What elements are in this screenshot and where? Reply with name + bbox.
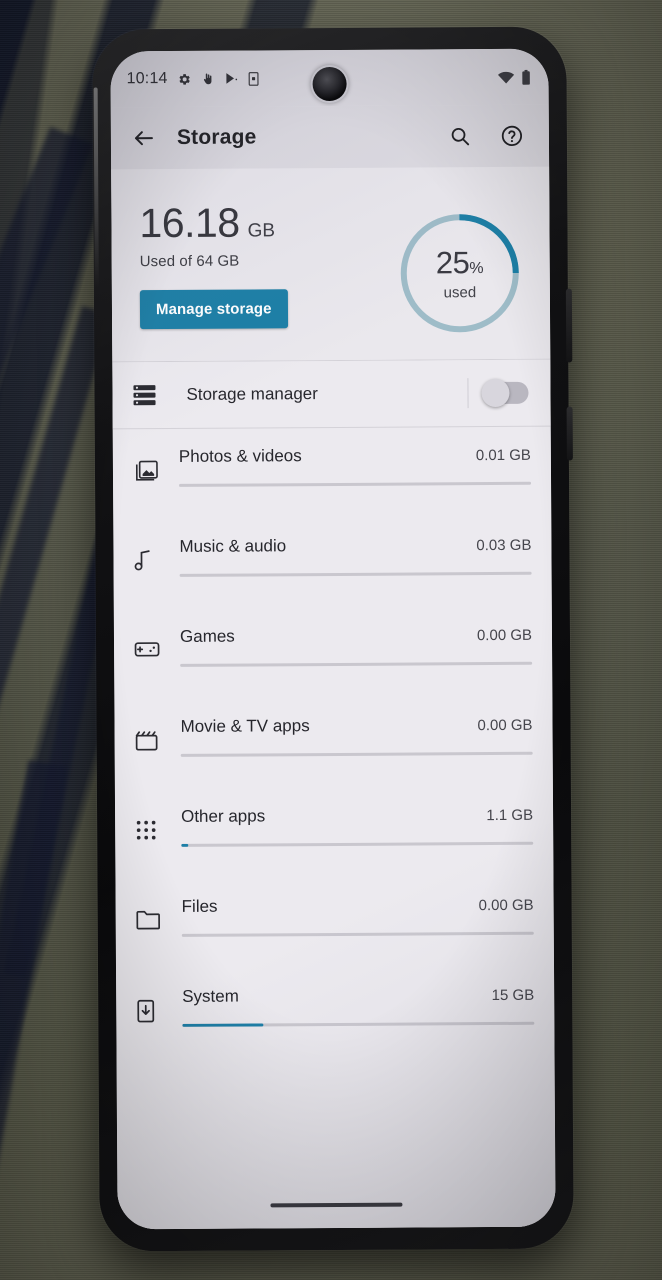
donut-percent-value: 25 <box>435 245 470 281</box>
category-size: 0.01 GB <box>475 446 531 465</box>
category-size: 15 GB <box>491 986 535 1005</box>
category-row-movie-tv[interactable]: Movie & TV apps 0.00 GB <box>114 697 553 790</box>
back-arrow-icon[interactable] <box>125 119 163 157</box>
category-progress-bar <box>179 571 532 577</box>
category-name: Photos & videos <box>178 446 302 466</box>
donut-caption: used <box>443 284 477 302</box>
category-progress-bar <box>181 841 534 847</box>
category-name: Files <box>181 896 218 916</box>
used-of-total: Used of 64 GB <box>139 252 240 271</box>
gesture-nav-pill[interactable] <box>270 1202 403 1208</box>
used-amount: 16.18 <box>139 199 240 247</box>
category-progress-bar <box>179 481 532 487</box>
category-row-photos-videos[interactable]: Photos & videos 0.01 GB <box>113 427 552 520</box>
other-apps-icon <box>135 789 181 841</box>
category-size: 0.00 GB <box>476 626 533 645</box>
volume-button[interactable] <box>566 406 573 461</box>
category-row-system[interactable]: System 15 GB <box>116 967 555 1060</box>
page-title: Storage <box>176 125 257 149</box>
front-camera-punch-hole <box>312 66 347 102</box>
games-icon <box>134 609 180 659</box>
storage-summary: 16.18 GB Used of 64 GB Manage storage 25 <box>111 166 551 362</box>
category-row-music-audio[interactable]: Music & audio 0.03 GB <box>113 517 552 610</box>
category-row-other-apps[interactable]: Other apps 1.1 GB <box>115 787 554 880</box>
manage-storage-button[interactable]: Manage storage <box>139 289 288 330</box>
category-size: 0.00 GB <box>478 896 534 915</box>
phone-screen: 10:14 Storage 16.18 GB Used of 64 GB Man… <box>110 48 556 1230</box>
photos-videos-icon <box>133 429 179 483</box>
device-icon <box>248 71 260 86</box>
movie-tv-icon <box>134 699 180 752</box>
category-name: Games <box>179 626 235 646</box>
category-name: Music & audio <box>179 536 287 556</box>
gesture-navigation-bar <box>117 1180 556 1230</box>
system-icon <box>136 969 182 1023</box>
category-size: 1.1 GB <box>486 806 534 825</box>
used-unit: GB <box>247 220 276 242</box>
donut-percent-symbol: % <box>469 260 484 278</box>
play-store-icon <box>224 72 239 86</box>
category-progress-bar <box>180 661 533 667</box>
wifi-icon <box>497 70 515 83</box>
category-progress-bar <box>181 931 534 937</box>
category-progress-bar <box>180 751 533 757</box>
status-bar-clock: 10:14 <box>126 69 168 88</box>
status-bar: 10:14 <box>110 48 549 108</box>
storage-manager-toggle[interactable] <box>481 378 529 408</box>
touch-hand-icon <box>201 71 215 86</box>
storage-donut-chart: 25 % used <box>395 209 524 338</box>
category-size: 0.03 GB <box>476 536 532 555</box>
storage-content: 16.18 GB Used of 64 GB Manage storage 25 <box>111 166 556 1230</box>
files-icon <box>135 879 181 930</box>
help-circle-icon[interactable] <box>493 117 531 155</box>
storage-manager-list-icon <box>132 384 176 406</box>
category-size: 0.00 GB <box>477 716 533 735</box>
category-progress-bar <box>182 1021 535 1027</box>
power-button[interactable] <box>565 288 573 363</box>
row-separator <box>467 378 469 409</box>
storage-manager-label: Storage manager <box>186 384 318 404</box>
search-icon[interactable] <box>441 117 479 155</box>
category-name: Other apps <box>181 806 266 826</box>
app-bar: Storage <box>110 104 550 170</box>
category-row-games[interactable]: Games 0.00 GB <box>114 607 553 700</box>
storage-manager-row[interactable]: Storage manager <box>112 359 551 429</box>
gear-icon <box>177 71 192 86</box>
category-name: Movie & TV apps <box>180 716 310 736</box>
phone-device: 10:14 Storage 16.18 GB Used of 64 GB Man… <box>92 26 574 1252</box>
battery-icon <box>522 69 531 85</box>
category-name: System <box>182 986 239 1006</box>
music-audio-icon <box>133 519 179 573</box>
toggle-knob <box>481 378 510 408</box>
category-row-files[interactable]: Files 0.00 GB <box>115 877 554 970</box>
